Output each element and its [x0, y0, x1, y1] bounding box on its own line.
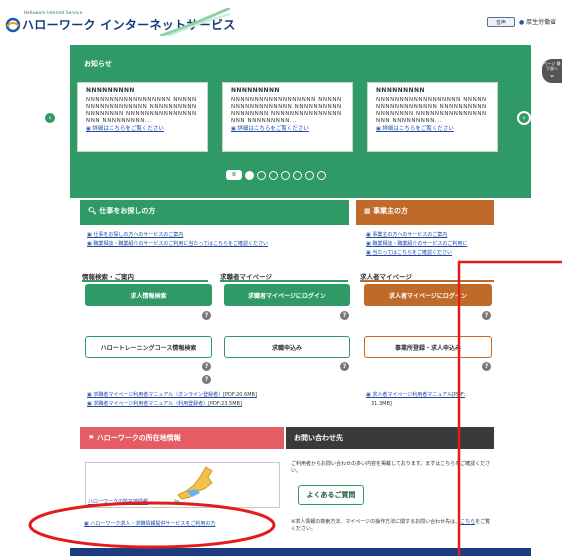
annotation-rectangle [457, 260, 562, 556]
annotation-ellipse [28, 501, 276, 549]
annotation-overlay [28, 260, 562, 556]
